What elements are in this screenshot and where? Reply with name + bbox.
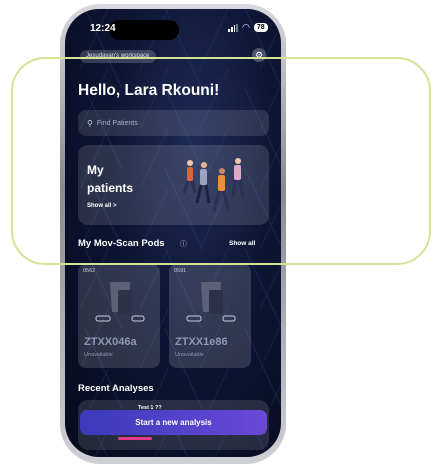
start-new-analysis-button[interactable]: Start a new analysis xyxy=(80,410,267,435)
signal-icon xyxy=(228,23,238,32)
status-time: 12:24 xyxy=(90,23,116,34)
pod-id: 0591 xyxy=(174,268,187,274)
home-indicator xyxy=(118,437,152,440)
highlight-annotation xyxy=(11,57,431,265)
battery-icon: 78 xyxy=(253,23,268,32)
pod-name: ZTXX1e86 xyxy=(175,336,228,348)
dynamic-island xyxy=(109,20,179,40)
pod-card[interactable]: 0591 ZTXX1e86 Unavailable xyxy=(169,264,251,368)
pod-card[interactable]: 0562 ZTXX046a Unavailable xyxy=(78,264,160,368)
pod-id: 0562 xyxy=(83,268,96,274)
status-icons: ◠ 78 xyxy=(228,22,268,33)
pod-status: Unavailable xyxy=(175,352,204,358)
pod-status: Unavailable xyxy=(84,352,113,358)
recent-analyses-title: Recent Analyses xyxy=(78,383,154,394)
pod-device-icon xyxy=(186,282,236,322)
wifi-icon: ◠ xyxy=(242,22,250,32)
pod-device-icon xyxy=(95,282,145,322)
pod-name: ZTXX046a xyxy=(84,336,137,348)
